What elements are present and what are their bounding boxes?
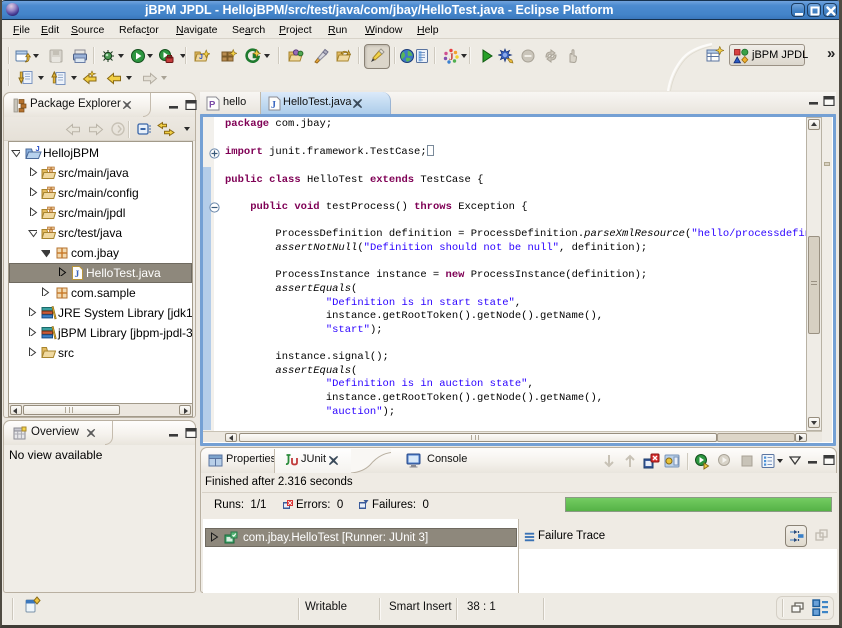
svg-text:J: J: [449, 52, 454, 62]
svg-text:J: J: [271, 100, 276, 111]
svg-text:P: P: [209, 100, 216, 111]
svg-text:J: J: [199, 54, 203, 61]
svg-text:J: J: [75, 270, 80, 280]
svg-text:J: J: [36, 145, 40, 153]
